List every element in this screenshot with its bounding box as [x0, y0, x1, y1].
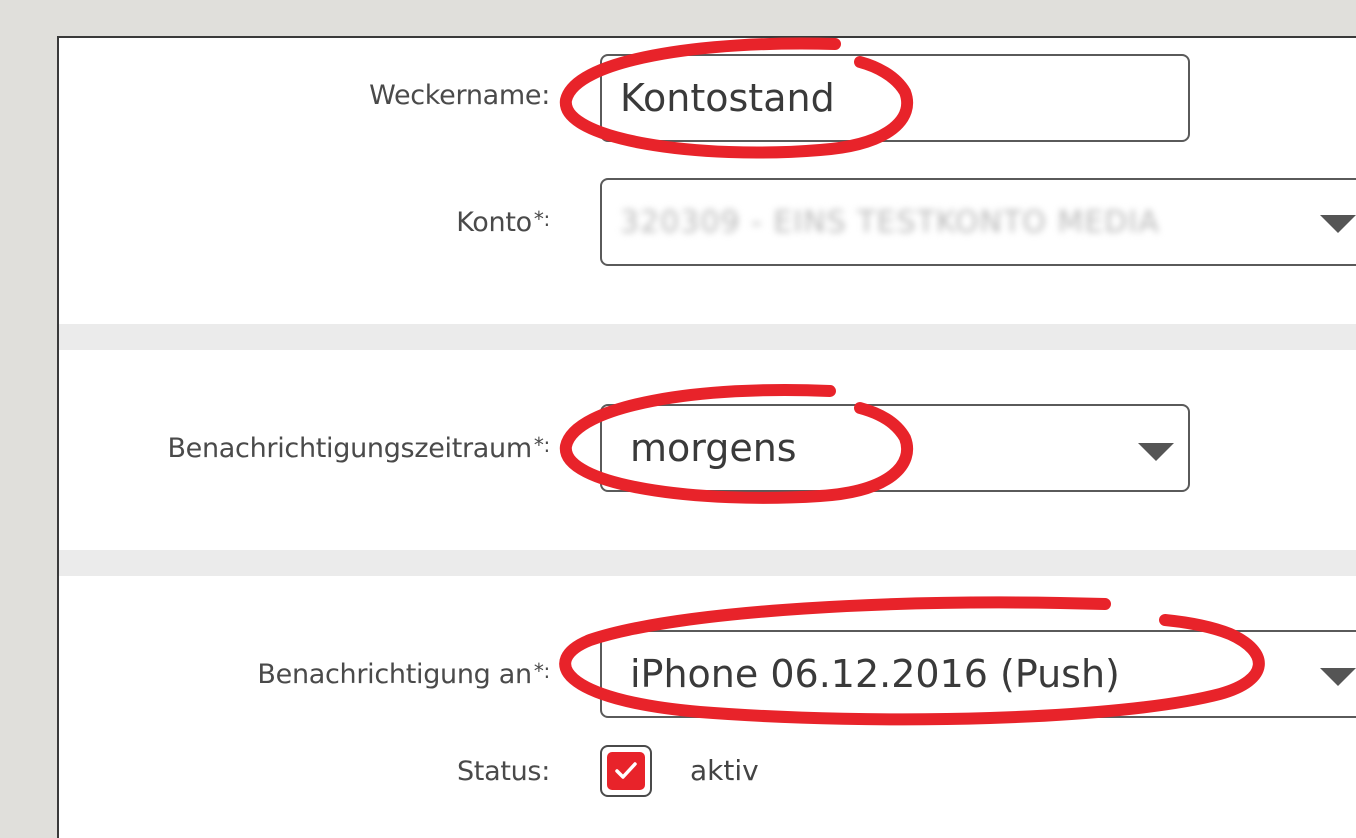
chevron-down-icon[interactable]: [1138, 443, 1174, 461]
account-label: Konto *:: [456, 207, 550, 238]
alarm-name-value: Kontostand: [620, 76, 835, 120]
status-label: Status:: [456, 756, 550, 787]
notification-period-select[interactable]: morgens: [600, 404, 1190, 492]
notify-to-value: iPhone 06.12.2016 (Push): [630, 652, 1120, 696]
account-select[interactable]: 320309 - EINS TESTKONTO MEDIA: [600, 178, 1356, 266]
alarm-name-label: Weckername:: [369, 80, 550, 111]
section-separator: [59, 324, 1356, 350]
checkbox-fill: [607, 752, 645, 790]
notification-period-value: morgens: [630, 426, 797, 470]
chevron-down-icon[interactable]: [1320, 215, 1356, 233]
notify-to-select[interactable]: iPhone 06.12.2016 (Push): [600, 630, 1356, 718]
checkmark-icon: [615, 762, 637, 779]
status-checkbox[interactable]: [600, 745, 652, 797]
notify-to-label: Benachrichtigung an *:: [257, 659, 550, 690]
account-value: 320309 - EINS TESTKONTO MEDIA: [620, 204, 1160, 240]
chevron-down-icon[interactable]: [1320, 668, 1356, 686]
notification-period-label: Benachrichtigungszeitraum *:: [167, 433, 550, 464]
status-value: aktiv: [690, 754, 759, 787]
alarm-name-input[interactable]: Kontostand: [600, 54, 1190, 142]
section-separator: [59, 550, 1356, 576]
